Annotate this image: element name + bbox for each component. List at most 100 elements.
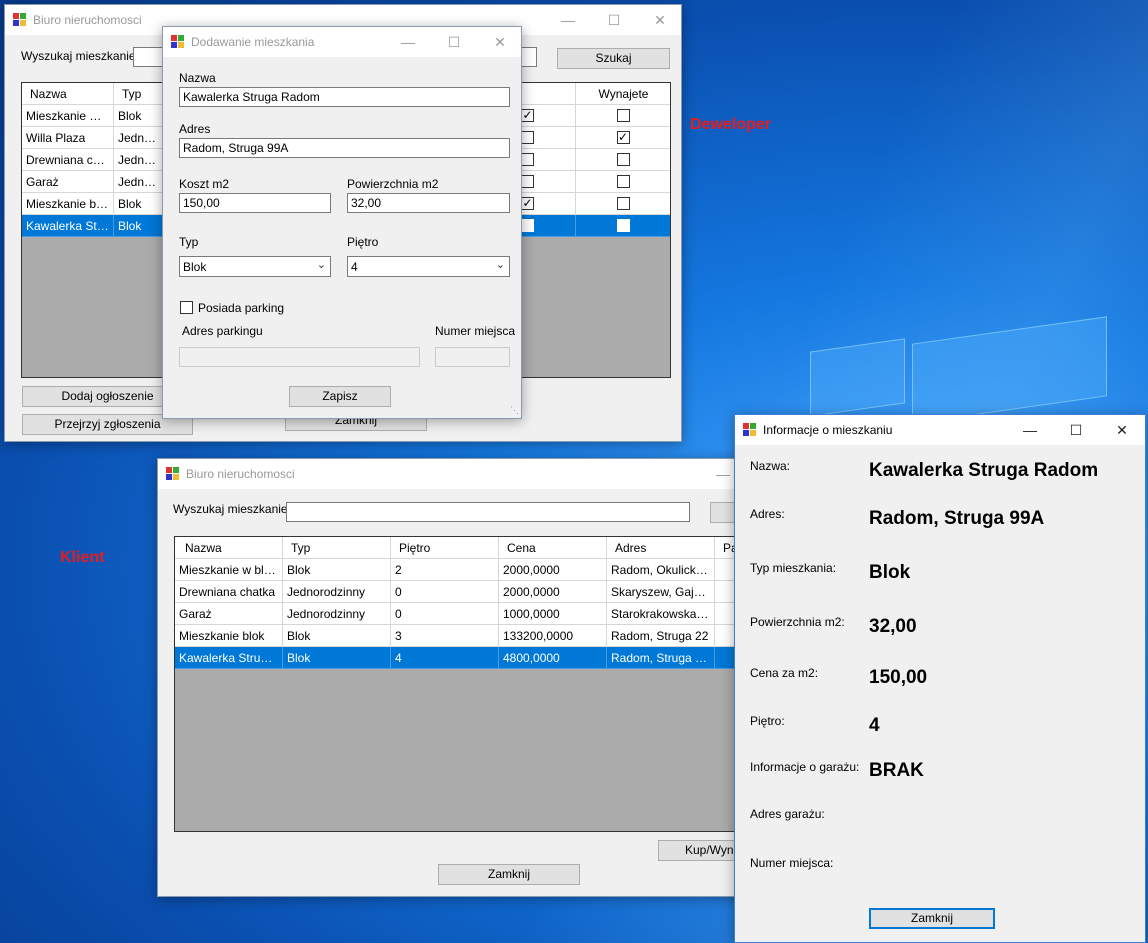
- cell-name: Willa Plaza: [22, 127, 114, 149]
- app-icon: [166, 467, 180, 480]
- floor-select[interactable]: 4 ⌄: [347, 256, 510, 277]
- close-icon[interactable]: ✕: [1099, 415, 1145, 445]
- area-value: 32,00: [869, 616, 917, 637]
- type-select[interactable]: Blok ⌄: [179, 256, 331, 277]
- close-icon[interactable]: ✕: [637, 5, 683, 35]
- table-row[interactable]: Drewniana chatka Jednorodzinny 0 2000,00…: [175, 581, 748, 603]
- window-title: Biuro nieruchomosci: [186, 467, 295, 481]
- cell-type: Blok: [114, 215, 166, 237]
- name-value: Kawalerka Struga Radom: [869, 460, 1099, 481]
- column-header[interactable]: Nazwa: [22, 83, 114, 105]
- rented-checkbox[interactable]: ✓: [616, 131, 630, 144]
- close-button[interactable]: Zamknij: [869, 908, 995, 929]
- maximize-icon[interactable]: ☐: [431, 27, 477, 57]
- column-header[interactable]: Typ: [283, 537, 391, 559]
- minimize-icon[interactable]: —: [545, 5, 591, 35]
- column-header[interactable]: Cena: [499, 537, 607, 559]
- cost-label: Koszt m2: [179, 177, 230, 191]
- close-icon[interactable]: ✕: [477, 27, 523, 57]
- parking-spot-input[interactable]: [435, 347, 510, 367]
- cell-type: Blok: [114, 193, 166, 215]
- parking-checkbox[interactable]: ✓: [521, 109, 534, 122]
- name-input[interactable]: Kawalerka Struga Radom: [179, 87, 510, 107]
- parking-checkbox[interactable]: ✓: [521, 197, 534, 210]
- cell-floor: 0: [391, 581, 499, 603]
- type-label: Typ mieszkania:: [750, 561, 837, 575]
- table-row-selected[interactable]: Kawalerka Struga ... Blok 4 4800,0000 Ra…: [175, 647, 748, 669]
- floor-select-value: 4: [351, 260, 358, 274]
- grid-header: Nazwa Typ Piętro Cena Adres Pa: [175, 537, 748, 559]
- parking-checkbox[interactable]: [521, 131, 534, 144]
- cell-name: Kawalerka Stru...: [22, 215, 114, 237]
- search-label: Wyszukaj mieszkanie: [21, 49, 136, 63]
- developer-label: Deweloper: [690, 116, 771, 133]
- table-row[interactable]: Mieszkanie w bloku Blok 2 2000,0000 Rado…: [175, 559, 748, 581]
- name-label: Nazwa:: [750, 459, 791, 473]
- cell-name: Mieszkanie w bloku: [175, 559, 283, 581]
- rented-checkbox[interactable]: [616, 197, 630, 210]
- search-input[interactable]: [286, 502, 690, 522]
- client-listings-grid[interactable]: Nazwa Typ Piętro Cena Adres Pa Mieszkani…: [174, 536, 749, 832]
- cell-name: Garaż: [175, 603, 283, 625]
- dialog-title: Dodawanie mieszkania: [191, 35, 315, 49]
- dialog-titlebar: Dodawanie mieszkania — ☐ ✕: [163, 27, 521, 57]
- client-window: Biuro nieruchomosci — Wyszukaj mieszkani…: [157, 458, 750, 897]
- parking-checkbox[interactable]: [521, 175, 534, 188]
- parking-address-input[interactable]: [179, 347, 420, 367]
- resize-grip-icon[interactable]: ⋱: [510, 405, 519, 416]
- cell-floor: 2: [391, 559, 499, 581]
- cell-type: Jednorodzinny: [283, 581, 391, 603]
- table-row[interactable]: Garaż Jednorodzinny 0 1000,0000 Starokra…: [175, 603, 748, 625]
- table-row[interactable]: Mieszkanie blok Blok 3 133200,0000 Radom…: [175, 625, 748, 647]
- column-header[interactable]: Piętro: [391, 537, 499, 559]
- cell-name: Mieszkanie blok: [22, 193, 114, 215]
- save-button[interactable]: Zapisz: [289, 386, 391, 407]
- price-value: 150,00: [869, 667, 928, 688]
- cell-name: Drewniana chat...: [22, 149, 114, 171]
- cell-address: Radom, Okulickieg...: [607, 559, 715, 581]
- cell-rented: [576, 149, 670, 171]
- column-header[interactable]: Wynajete: [576, 83, 670, 105]
- rented-checkbox[interactable]: [616, 219, 630, 232]
- cell-name: Drewniana chatka: [175, 581, 283, 603]
- cell-type: Jednorodz: [114, 127, 166, 149]
- search-label: Wyszukaj mieszkanie: [173, 502, 288, 516]
- column-header[interactable]: Typ: [114, 83, 166, 105]
- rented-checkbox[interactable]: [616, 153, 630, 166]
- minimize-icon[interactable]: —: [1007, 415, 1053, 445]
- address-input[interactable]: Radom, Struga 99A: [179, 138, 510, 158]
- type-value: Blok: [869, 562, 911, 583]
- area-label: Powierzchnia m2:: [750, 615, 845, 629]
- cell-price: 1000,0000: [499, 603, 607, 625]
- parking-checkbox[interactable]: [521, 219, 534, 232]
- area-label: Powierzchnia m2: [347, 177, 439, 191]
- column-header[interactable]: Nazwa: [175, 537, 283, 559]
- rented-checkbox[interactable]: [616, 175, 630, 188]
- cell-rented: [576, 171, 670, 193]
- parking-checkbox[interactable]: [521, 153, 534, 166]
- window-title: Biuro nieruchomosci: [33, 13, 142, 27]
- close-button[interactable]: Zamknij: [438, 864, 580, 885]
- chevron-down-icon[interactable]: ⌄: [317, 258, 326, 271]
- app-icon: [13, 13, 27, 26]
- cell-price: 2000,0000: [499, 581, 607, 603]
- maximize-icon[interactable]: ☐: [591, 5, 637, 35]
- maximize-icon[interactable]: ☐: [1053, 415, 1099, 445]
- rented-checkbox[interactable]: [616, 109, 630, 122]
- parking-checkbox[interactable]: [180, 301, 193, 314]
- chevron-down-icon[interactable]: ⌄: [496, 258, 505, 271]
- window-title: Informacje o mieszkaniu: [763, 423, 893, 437]
- parking-label[interactable]: Posiada parking: [198, 301, 284, 315]
- cost-input[interactable]: 150,00: [179, 193, 331, 213]
- column-header[interactable]: Adres: [607, 537, 715, 559]
- cell-floor: 0: [391, 603, 499, 625]
- search-button[interactable]: Szukaj: [557, 48, 670, 69]
- cell-type: Jednorodzinny: [283, 603, 391, 625]
- area-input[interactable]: 32,00: [347, 193, 510, 213]
- cell-name: Kawalerka Struga ...: [175, 647, 283, 669]
- minimize-icon[interactable]: —: [385, 27, 431, 57]
- garage-label: Informacje o garażu:: [750, 760, 860, 774]
- cell-type: Blok: [283, 559, 391, 581]
- info-titlebar: Informacje o mieszkaniu — ☐ ✕: [735, 415, 1145, 445]
- parking-spot-label: Numer miejsca: [435, 324, 516, 338]
